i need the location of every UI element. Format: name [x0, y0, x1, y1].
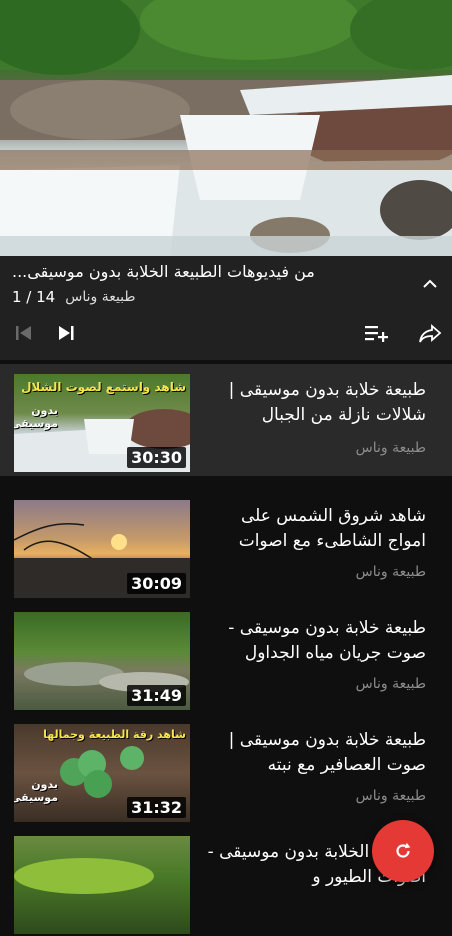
list-item[interactable]: 30:09 شاهد شروق الشمس على امواج الشاطىء … [0, 488, 452, 600]
playlist-meta: 1 / 14 طبيعة وناس [12, 288, 136, 306]
duration-badge: 31:49 [127, 685, 186, 706]
chevron-up-icon[interactable] [418, 272, 442, 296]
video-title[interactable]: شاهد شروق الشمس على امواج الشاطىء مع اصو… [198, 504, 426, 554]
video-channel: طبيعة وناس [355, 676, 426, 692]
playlist-position: 1 / 14 [12, 288, 56, 306]
list-item[interactable]: 31:49 طبيعة خلابة بدون موسيقى - صوت جريا… [0, 600, 452, 712]
thumbnail-caption: شاهد رقة الطبيعة وجمالها [43, 728, 186, 741]
thumbnail-subcaption: بدون موسيقى [14, 778, 58, 804]
thumbnail-caption: شاهد واستمع لصوت الشلال [21, 380, 186, 394]
refresh-icon [396, 842, 411, 858]
waterfall-scene [0, 0, 452, 256]
video-thumbnail[interactable]: شاهد رقة الطبيعة وجمالها بدون موسيقى 31:… [14, 724, 190, 822]
video-thumbnail[interactable] [14, 836, 190, 934]
video-channel: طبيعة وناس [355, 440, 426, 456]
video-title[interactable]: طبيعة خلابة بدون موسيقى | شلالات نازلة م… [198, 378, 426, 428]
video-title[interactable]: طبيعة خلابة بدون موسيقى | صوت العصافير م… [198, 728, 426, 778]
video-thumbnail[interactable]: 31:49 [14, 612, 190, 710]
list-item[interactable]: شاهد واستمع لصوت الشلال بدون موسيقى 30:3… [0, 364, 452, 476]
share-icon[interactable] [416, 320, 444, 346]
skip-previous-icon[interactable] [10, 320, 38, 346]
list-item[interactable]: شاهد رقة الطبيعة وجمالها بدون موسيقى 31:… [0, 712, 452, 824]
video-title[interactable]: طبيعة خلابة بدون موسيقى - صوت جريان مياه… [198, 616, 426, 666]
video-thumbnail[interactable]: 30:09 [14, 500, 190, 598]
video-thumbnail[interactable]: شاهد واستمع لصوت الشلال بدون موسيقى 30:3… [14, 374, 190, 472]
skip-next-icon[interactable] [52, 320, 80, 346]
video-channel: طبيعة وناس [355, 564, 426, 580]
duration-badge: 30:30 [127, 447, 186, 468]
playlist-add-icon[interactable] [362, 320, 390, 346]
duration-badge: 30:09 [127, 573, 186, 594]
playlist-title[interactable]: من فيديوهات الطبيعة الخلابة بدون موسيقى.… [12, 262, 402, 281]
video-channel: طبيعة وناس [355, 788, 426, 804]
playlist-channel[interactable]: طبيعة وناس [65, 289, 135, 305]
thumbnail-subcaption: بدون موسيقى [14, 404, 58, 430]
video-player[interactable] [0, 0, 452, 256]
refresh-button[interactable] [372, 820, 434, 882]
duration-badge: 31:32 [127, 797, 186, 818]
